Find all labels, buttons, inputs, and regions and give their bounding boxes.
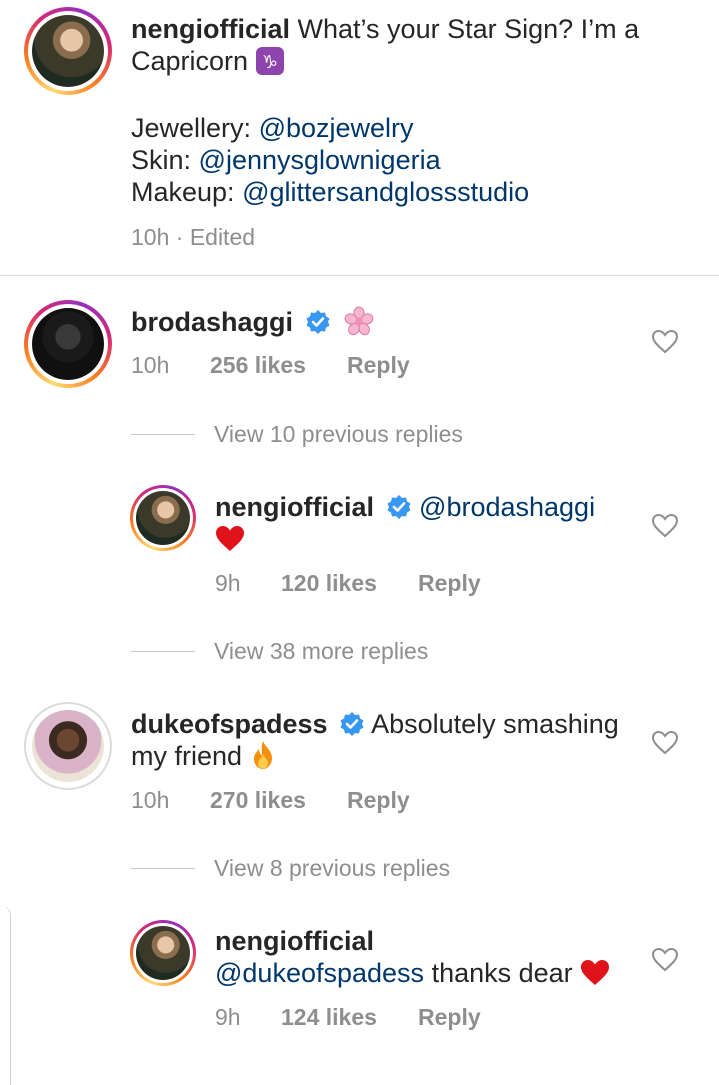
credit-makeup: Makeup: @glittersandglossstudio [131,177,530,207]
caption-text: nengiofficial What’s your Star Sign? I’m… [131,13,691,82]
caption-line2: Capricorn [131,46,249,76]
svg-text:♑: ♑ [261,52,277,73]
like-heart-icon[interactable] [651,329,679,355]
comment-avatar[interactable] [24,702,112,790]
verified-badge-icon [386,494,412,520]
view-previous-replies-button[interactable]: View 10 previous replies [214,421,463,448]
reply-text: nengiofficial @dukeofspadess thanks dear [215,925,645,994]
comment-avatar[interactable] [24,300,112,388]
caption-time: 10h [131,224,170,250]
comment-body-line2: my friend [131,741,243,771]
red-heart-icon [580,959,610,994]
caption-line1: What’s your Star Sign? I’m a [297,14,640,44]
reply-username[interactable]: nengiofficial [215,492,374,522]
caption-meta: 10h · Edited [131,224,255,251]
reply-likes[interactable]: 124 likes [281,1004,377,1031]
like-heart-icon[interactable] [651,947,679,973]
reply-text: nengiofficial @brodashaggi [215,491,635,560]
comment-meta: 10h [131,352,169,379]
reply-username[interactable]: nengiofficial [215,926,374,956]
reply-button[interactable]: Reply [347,787,410,814]
credit-jewellery: Jewellery: @bozjewelry [131,113,414,143]
comment-username[interactable]: dukeofspadess [131,709,328,739]
reply-button[interactable]: Reply [418,1004,481,1031]
mention-link[interactable]: @brodashaggi [419,492,595,522]
skin-handle-link[interactable]: @jennysglownigeria [199,145,441,175]
replies-divider-line [131,434,195,435]
mention-link[interactable]: @dukeofspadess [215,958,424,988]
reply-button[interactable]: Reply [347,352,410,379]
comment-likes[interactable]: 270 likes [210,787,306,814]
caption-avatar[interactable] [24,7,112,95]
left-edge-panel [0,905,11,1085]
reply-avatar[interactable] [130,485,196,551]
comment-text: dukeofspadess Absolutely smashing my fri… [131,708,641,777]
reply-button[interactable]: Reply [418,570,481,597]
caption-credits: Jewellery: @bozjewelry Skin: @jennysglow… [131,112,711,208]
credit-skin: Skin: @jennysglownigeria [131,145,441,175]
reply-likes[interactable]: 120 likes [281,570,377,597]
verified-badge-icon [305,309,331,335]
red-heart-icon [215,525,245,560]
capricorn-icon: ♑ [255,47,284,82]
fire-icon [250,740,276,777]
view-previous-replies-button[interactable]: View 8 previous replies [214,855,450,882]
view-more-replies-button[interactable]: View 38 more replies [214,638,428,665]
replies-divider-line [131,651,195,652]
reply-time: 9h [215,1004,241,1030]
cherry-blossom-icon [344,306,374,343]
like-heart-icon[interactable] [651,513,679,539]
comment-body-line1: Absolutely smashing [371,709,619,739]
reply-body: thanks dear [431,958,573,988]
comment-time: 10h [131,787,170,813]
caption-username[interactable]: nengiofficial [131,14,290,44]
makeup-handle-link[interactable]: @glittersandglossstudio [242,177,529,207]
verified-badge-icon [339,711,365,737]
comment-likes[interactable]: 256 likes [210,352,306,379]
like-heart-icon[interactable] [651,730,679,756]
comment-username[interactable]: brodashaggi [131,307,293,337]
caption-edited: · Edited [175,224,256,250]
replies-divider-line [131,868,195,869]
reply-avatar[interactable] [130,920,196,986]
jewellery-handle-link[interactable]: @bozjewelry [259,113,414,143]
caption-divider [0,275,719,276]
reply-time: 9h [215,570,241,596]
comment-time: 10h [131,352,170,378]
comment-text: brodashaggi [131,306,631,343]
